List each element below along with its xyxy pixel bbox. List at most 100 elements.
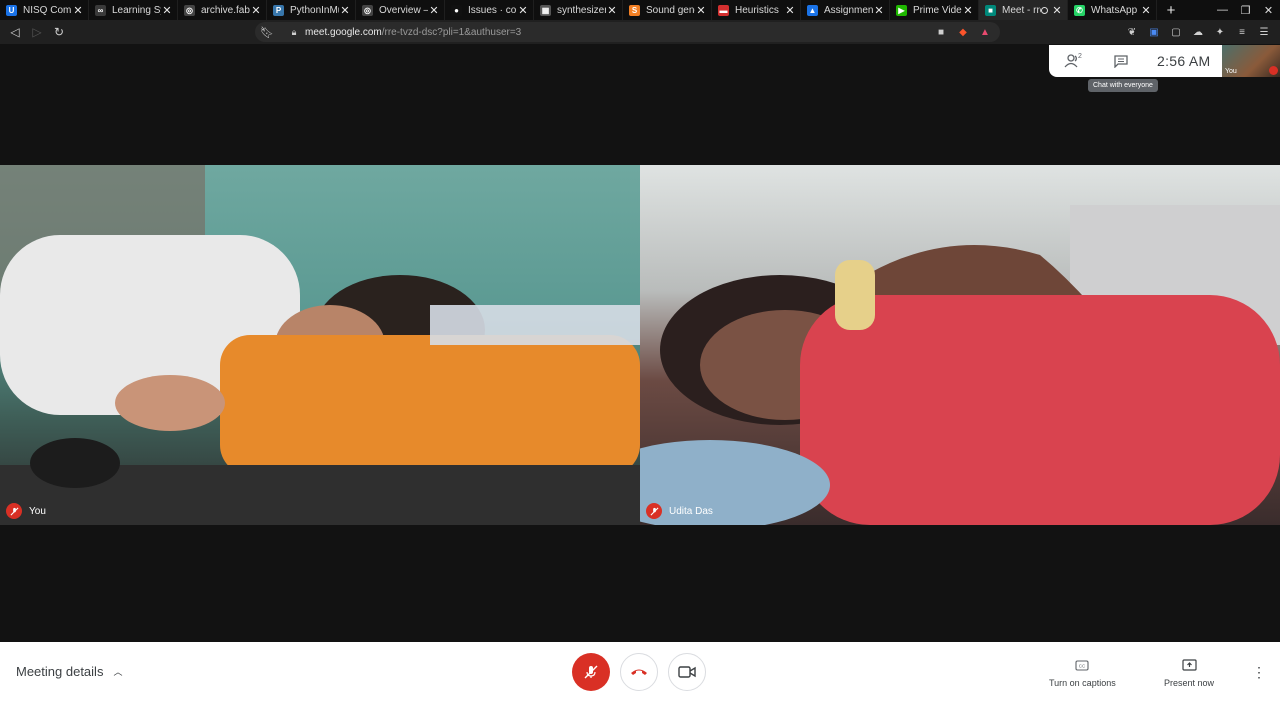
tab-close-icon[interactable]: ✕ (873, 4, 885, 17)
bookmark-icon[interactable]: 🔖︎ (257, 26, 277, 39)
python-favicon-icon: P (273, 4, 284, 16)
tab-close-icon[interactable]: ✕ (517, 4, 529, 17)
meeting-stage: You Udita Das (0, 44, 1280, 642)
prime-video-favicon-icon: ▶ (896, 4, 907, 16)
meeting-info-panel: 2 2:56 AM (1049, 45, 1222, 77)
browser-tab[interactable]: ▶ Prime Video ✕ (890, 0, 979, 20)
recording-indicator-icon (1041, 6, 1048, 14)
address-bar[interactable]: 🔖︎ 🔒︎ meet.google.com/rre-tvzd-dsc?pli=1… (255, 22, 1000, 42)
tab-title: PythonInMu (290, 4, 339, 16)
browser-tab[interactable]: ◎ Overview — ✕ (356, 0, 445, 20)
extensions-puzzle-icon[interactable]: ✦ (1212, 24, 1228, 40)
chevron-up-icon: ︿ (113, 667, 123, 677)
extension-icon[interactable]: ❦ (1124, 24, 1140, 40)
playlist-icon[interactable]: ≡ (1234, 24, 1250, 40)
video-tile-you[interactable]: You (0, 165, 640, 525)
extension-icon[interactable]: ▢ (1168, 24, 1184, 40)
closed-captions-icon: CC (1075, 656, 1089, 674)
camera-in-use-icon[interactable]: ■ (934, 25, 948, 39)
close-window-icon[interactable]: ✕ (1257, 0, 1280, 20)
captions-button[interactable]: CC Turn on captions (1049, 656, 1116, 688)
whatsapp-favicon-icon: ✆ (1074, 4, 1085, 16)
tab-title: synthesizer p (557, 4, 606, 16)
tab-title: archive.fabac (201, 4, 250, 16)
document-favicon-icon: ▦ (540, 4, 551, 16)
translate-icon[interactable]: ▣ (1146, 24, 1162, 40)
classroom-favicon-icon: ▲ (807, 4, 818, 16)
tab-close-icon[interactable]: ✕ (962, 4, 974, 17)
minimize-icon[interactable]: — (1211, 0, 1234, 20)
participant-count: 2 (1078, 53, 1082, 60)
meeting-control-bar: Meeting details ︿ CC Turn on captions Pr… (0, 642, 1280, 702)
browser-tab[interactable]: U NISQ Compu ✕ (0, 0, 89, 20)
present-now-button[interactable]: Present now (1164, 656, 1214, 688)
video-feed-you (0, 165, 640, 525)
brave-rewards-icon[interactable]: ▲ (978, 25, 992, 39)
back-icon[interactable]: ◁ (4, 21, 26, 43)
restore-icon[interactable]: ❐ (1234, 0, 1257, 20)
svg-text:CC: CC (1079, 663, 1086, 668)
forward-icon[interactable]: ▷ (26, 21, 48, 43)
reload-icon[interactable]: ↻ (48, 21, 70, 43)
participants-button[interactable]: 2 (1049, 45, 1097, 77)
captions-label: Turn on captions (1049, 678, 1116, 688)
browser-tab[interactable]: ✆ WhatsApp ✕ (1068, 0, 1157, 20)
muted-mic-icon (646, 503, 662, 519)
tab-title: WhatsApp (1091, 4, 1138, 16)
browser-tab[interactable]: ◎ archive.fabac ✕ (178, 0, 267, 20)
self-view-thumbnail[interactable]: You (1222, 45, 1280, 77)
muted-mic-icon (1269, 66, 1278, 75)
chat-button[interactable] (1097, 45, 1145, 77)
browser-tab-strip: U NISQ Compu ✕ ∞ Learning Syn ✕ ◎ archiv… (0, 0, 1280, 20)
tab-title: Meet - rre (1002, 4, 1041, 16)
hang-up-icon (631, 669, 647, 675)
browser-tab[interactable]: ▬ Heuristics ✕ (712, 0, 801, 20)
browser-tab[interactable]: S Sound gener ✕ (623, 0, 712, 20)
meeting-details-button[interactable]: Meeting details ︿ (16, 664, 122, 679)
browser-tab[interactable]: ∞ Learning Syn ✕ (89, 0, 178, 20)
url-text[interactable]: meet.google.com/rre-tvzd-dsc?pli=1&authu… (305, 27, 521, 38)
participant-name: Udita Das (669, 505, 713, 517)
browser-tab-active[interactable]: ■ Meet - rre ✕ (979, 0, 1068, 20)
window-controls: — ❐ ✕ (1211, 0, 1280, 20)
brave-shield-icon[interactable]: ◆ (956, 25, 970, 39)
tab-close-icon[interactable]: ✕ (428, 4, 440, 17)
tab-title: Overview — (379, 4, 428, 16)
lock-icon[interactable]: 🔒︎ (287, 27, 301, 38)
tab-close-icon[interactable]: ✕ (1051, 4, 1063, 17)
clock-ampm: AM (1188, 53, 1211, 69)
tab-close-icon[interactable]: ✕ (250, 4, 262, 17)
globe-favicon-icon: ◎ (362, 4, 373, 16)
more-options-icon[interactable]: ⋮ (1252, 662, 1266, 682)
cloud-icon[interactable]: ☁ (1190, 24, 1206, 40)
tab-title: Heuristics (735, 4, 779, 16)
self-view-label: You (1225, 68, 1237, 75)
tab-close-icon[interactable]: ✕ (606, 4, 618, 17)
chat-icon (1114, 54, 1128, 68)
url-path: /rre-tvzd-dsc?pli=1&authuser=3 (381, 26, 522, 38)
browser-tab[interactable]: ▲ Assignment ✕ (801, 0, 890, 20)
tab-close-icon[interactable]: ✕ (161, 4, 173, 17)
extension-icons: ❦ ▣ ▢ ☁ ✦ ≡ ☰ (1124, 24, 1272, 40)
menu-icon[interactable]: ☰ (1256, 24, 1272, 40)
tab-title: NISQ Compu (23, 4, 72, 16)
tab-close-icon[interactable]: ✕ (784, 4, 796, 17)
url-host: meet.google.com (305, 26, 382, 38)
present-label: Present now (1164, 678, 1215, 688)
nisq-favicon-icon: U (6, 4, 17, 16)
tab-close-icon[interactable]: ✕ (1140, 4, 1152, 17)
browser-tab[interactable]: ▦ synthesizer p ✕ (534, 0, 623, 20)
leave-call-button[interactable] (620, 653, 658, 691)
tab-close-icon[interactable]: ✕ (695, 4, 707, 17)
camera-toggle-button[interactable] (668, 653, 706, 691)
slides-favicon-icon: ▬ (718, 4, 729, 16)
tab-close-icon[interactable]: ✕ (339, 4, 351, 17)
stackoverflow-favicon-icon: S (629, 4, 640, 16)
new-tab-icon[interactable]: + (1161, 2, 1181, 19)
microphone-toggle-button[interactable] (572, 653, 610, 691)
tab-close-icon[interactable]: ✕ (72, 4, 84, 17)
video-tile-udita-das[interactable]: Udita Das (640, 165, 1280, 525)
mic-off-icon (584, 665, 598, 679)
browser-tab[interactable]: ● Issues · coun ✕ (445, 0, 534, 20)
browser-tab[interactable]: P PythonInMu ✕ (267, 0, 356, 20)
